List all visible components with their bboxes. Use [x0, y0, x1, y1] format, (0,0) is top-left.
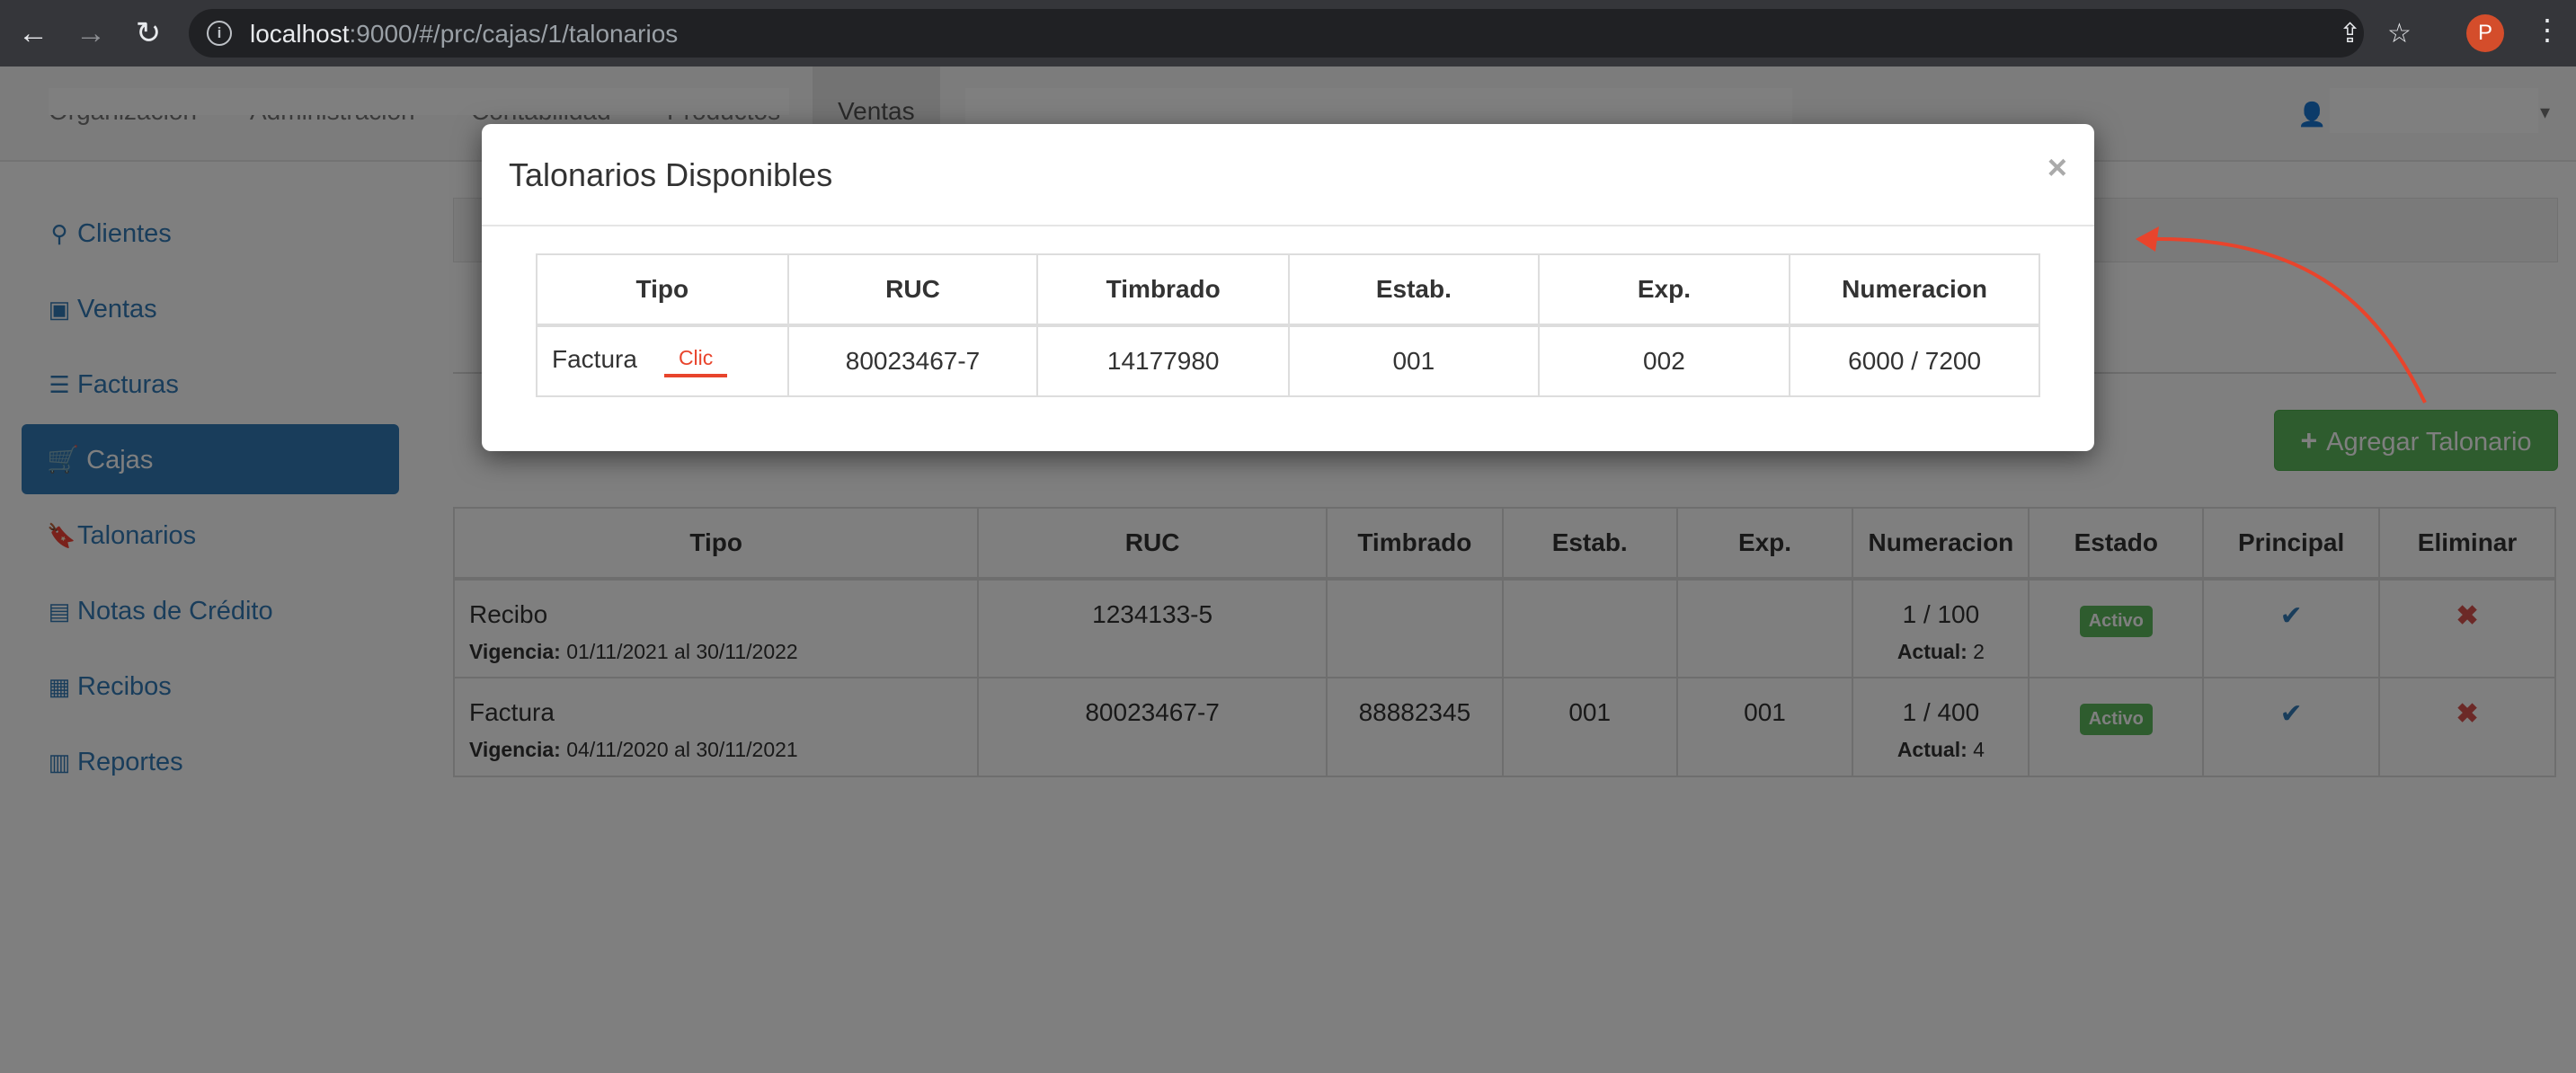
- col-header-tipo: Tipo: [536, 253, 789, 327]
- star-icon[interactable]: ☆: [2387, 18, 2412, 49]
- modal-header: Talonarios Disponibles ×: [482, 124, 2094, 226]
- url-path: :9000/#/prc/cajas/1/talonarios: [349, 20, 679, 48]
- col-header-timbrado: Timbrado: [1036, 253, 1291, 327]
- table-row[interactable]: Factura Clic 80023467-7 14177980 001 002 …: [536, 324, 2040, 397]
- reload-icon[interactable]: ↻: [129, 14, 167, 52]
- cell-numeracion: 6000 / 7200: [1789, 324, 2040, 397]
- close-icon[interactable]: ×: [2047, 149, 2067, 188]
- annotation-clic: Clic: [663, 346, 728, 377]
- col-header-ruc: RUC: [786, 253, 1039, 327]
- col-header-estab: Estab.: [1288, 253, 1540, 327]
- cell-tipo[interactable]: Factura Clic: [536, 324, 789, 397]
- address-bar[interactable]: i localhost:9000/#/prc/cajas/1/talonario…: [189, 9, 2412, 58]
- forward-icon[interactable]: →: [72, 14, 110, 52]
- back-icon[interactable]: ←: [14, 14, 52, 52]
- info-icon[interactable]: i: [207, 21, 232, 46]
- modal-title: Talonarios Disponibles: [509, 156, 833, 193]
- cell-ruc: 80023467-7: [786, 324, 1039, 397]
- cell-exp: 002: [1537, 324, 1791, 397]
- profile-avatar[interactable]: P: [2466, 14, 2504, 52]
- talonarios-modal: Talonarios Disponibles × Tipo RUC Timbra…: [482, 124, 2094, 451]
- col-header-numeracion: Numeracion: [1789, 253, 2040, 327]
- cell-estab: 001: [1288, 324, 1540, 397]
- cell-timbrado: 14177980: [1036, 324, 1291, 397]
- browser-toolbar: ← → ↻ i localhost:9000/#/prc/cajas/1/tal…: [0, 0, 2576, 67]
- tipo-link[interactable]: Factura: [552, 345, 637, 373]
- table-header-row: Tipo RUC Timbrado Estab. Exp. Numeracion: [536, 253, 2040, 327]
- url-text[interactable]: localhost:9000/#/prc/cajas/1/talonarios: [250, 20, 678, 49]
- url-host: localhost: [250, 20, 350, 48]
- col-header-exp: Exp.: [1537, 253, 1791, 327]
- share-icon[interactable]: ⇪: [2339, 18, 2361, 49]
- menu-kebab-icon[interactable]: ⋮: [2533, 13, 2562, 47]
- available-talonarios-table: Tipo RUC Timbrado Estab. Exp. Numeracion…: [536, 253, 2040, 397]
